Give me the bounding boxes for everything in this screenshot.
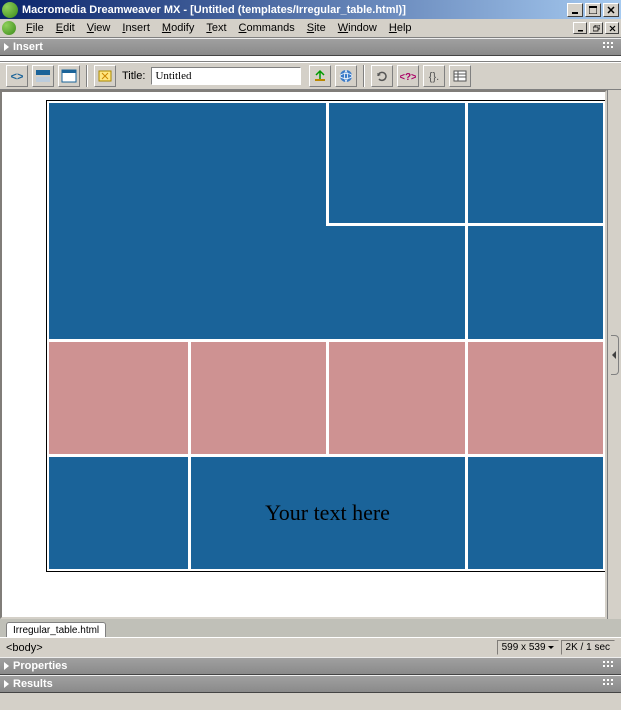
table-cell[interactable] (465, 103, 604, 223)
doc-restore-button[interactable] (589, 22, 603, 34)
status-bar: <body> 599 x 539 2K / 1 sec (0, 637, 621, 657)
right-panel-gutter (607, 90, 621, 619)
tag-selector[interactable]: <body> (6, 642, 495, 654)
expand-triangle-icon (4, 43, 9, 51)
document-window-controls (573, 22, 619, 34)
table-cell[interactable] (188, 339, 327, 454)
document-icon[interactable] (2, 21, 16, 35)
menu-view[interactable]: View (81, 20, 117, 36)
properties-panel-header[interactable]: Properties (0, 657, 621, 675)
menu-insert[interactable]: Insert (116, 20, 156, 36)
close-button[interactable] (603, 3, 619, 17)
code-navigation-button[interactable]: {}. (423, 65, 445, 87)
download-stats-text: 2K / 1 sec (566, 642, 610, 653)
menu-modify[interactable]: Modify (156, 20, 200, 36)
preview-browser-button[interactable] (335, 65, 357, 87)
file-management-button[interactable] (309, 65, 331, 87)
download-stats: 2K / 1 sec (561, 640, 615, 655)
document-toolbar: <> Title: <?> {}. (0, 62, 621, 90)
refresh-button[interactable] (371, 65, 393, 87)
split-view-button[interactable] (32, 65, 54, 87)
design-canvas[interactable]: Your text here (0, 90, 607, 619)
expand-panels-button[interactable] (611, 335, 619, 375)
results-panel-header[interactable]: Results (0, 675, 621, 693)
live-data-button[interactable] (94, 65, 116, 87)
doc-close-button[interactable] (605, 22, 619, 34)
doc-minimize-button[interactable] (573, 22, 587, 34)
file-tab[interactable]: Irregular_table.html (6, 622, 106, 637)
tag-selector-text: <body> (6, 642, 43, 654)
insert-panel-label: Insert (13, 41, 43, 53)
menu-file[interactable]: File (20, 20, 50, 36)
table-cell-text[interactable]: Your text here (188, 454, 465, 569)
panel-grip-icon[interactable] (603, 679, 617, 689)
svg-text:<>: <> (11, 71, 24, 83)
minimize-button[interactable] (567, 3, 583, 17)
dropdown-arrow-icon (548, 646, 554, 649)
toolbar-separator (363, 65, 365, 87)
table-cell[interactable] (326, 223, 465, 339)
title-label: Title: (122, 70, 145, 82)
title-input[interactable] (151, 67, 301, 85)
file-tab-row: Irregular_table.html (0, 619, 621, 637)
menu-text[interactable]: Text (200, 20, 232, 36)
toolbar-separator (86, 65, 88, 87)
table-cell[interactable] (465, 454, 604, 569)
insert-panel-header[interactable]: Insert (0, 38, 621, 56)
window-size-selector[interactable]: 599 x 539 (497, 640, 559, 655)
layout-table[interactable]: Your text here (46, 100, 606, 572)
menu-help[interactable]: Help (383, 20, 418, 36)
maximize-button[interactable] (585, 3, 601, 17)
expand-triangle-icon (4, 680, 9, 688)
table-cell[interactable] (326, 339, 465, 454)
expand-triangle-icon (4, 662, 9, 670)
menu-site[interactable]: Site (301, 20, 332, 36)
table-cell[interactable] (49, 339, 188, 454)
table-cell[interactable] (465, 223, 604, 339)
design-view-button[interactable] (58, 65, 80, 87)
menu-commands[interactable]: Commands (233, 20, 301, 36)
view-options-button[interactable] (449, 65, 471, 87)
file-tab-label: Irregular_table.html (13, 625, 99, 636)
panel-grip-icon[interactable] (603, 42, 617, 52)
window-title: Macromedia Dreamweaver MX - [Untitled (t… (22, 4, 567, 16)
app-icon (2, 2, 18, 18)
table-cell[interactable] (326, 103, 465, 223)
menu-edit[interactable]: Edit (50, 20, 81, 36)
window-titlebar: Macromedia Dreamweaver MX - [Untitled (t… (0, 0, 621, 19)
menu-window[interactable]: Window (332, 20, 383, 36)
window-controls (567, 3, 619, 17)
placeholder-text: Your text here (265, 500, 390, 525)
properties-panel-label: Properties (13, 660, 67, 672)
results-panel-label: Results (13, 678, 53, 690)
code-view-button[interactable]: <> (6, 65, 28, 87)
svg-text:{}.: {}. (429, 71, 439, 83)
window-size-text: 599 x 539 (502, 642, 546, 653)
svg-text:<?>: <?> (400, 72, 416, 83)
menubar: File Edit View Insert Modify Text Comman… (0, 19, 621, 38)
table-cell[interactable] (49, 454, 188, 569)
panel-grip-icon[interactable] (603, 661, 617, 671)
reference-button[interactable]: <?> (397, 65, 419, 87)
table-cell[interactable] (465, 339, 604, 454)
table-cell[interactable] (49, 103, 326, 339)
